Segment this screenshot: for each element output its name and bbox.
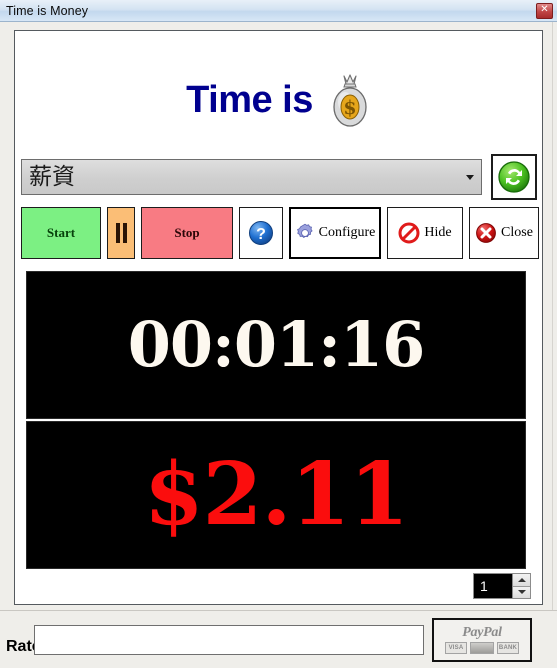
app-header: Time is $ [15, 53, 544, 148]
pause-icon [115, 223, 127, 243]
start-button-label: Start [46, 225, 76, 240]
configure-button-label: Configure [318, 225, 376, 240]
caret-down-icon[interactable] [513, 586, 530, 598]
refresh-button[interactable] [491, 154, 537, 200]
help-question-icon: ? [249, 221, 273, 245]
paypal-donate-button[interactable]: PayPal VISA BANK [432, 618, 532, 662]
window-right-edge [552, 22, 557, 610]
pause-button[interactable] [107, 207, 135, 259]
source-selector-row: 薪資 [21, 154, 538, 200]
configure-button[interactable]: Configure [289, 207, 381, 259]
gear-icon [296, 223, 313, 239]
payment-card-icons: VISA BANK [445, 642, 519, 654]
no-entry-icon [398, 222, 420, 244]
title-bar: Time is Money ✕ [0, 0, 557, 22]
elapsed-time-display: 00:01:16 [26, 271, 526, 419]
footer-bar: Rate PayPal VISA BANK [0, 610, 557, 668]
caret-up-icon[interactable] [513, 574, 530, 587]
help-button[interactable]: ? [239, 207, 283, 259]
main-panel: Time is $ 薪資 Start Stop ? Configure Hide… [14, 30, 543, 605]
page-title: Time is [186, 79, 313, 121]
close-button-label: Close [501, 225, 533, 240]
visa-card-icon: VISA [445, 642, 467, 654]
money-bag-icon: $ [327, 73, 373, 129]
svg-text:$: $ [343, 97, 356, 119]
people-count-spinner[interactable]: 1 [473, 573, 531, 599]
earned-money-display: $2.11 [26, 421, 526, 569]
bank-icon: BANK [497, 642, 519, 654]
hide-button-label: Hide [424, 225, 452, 240]
stop-button-label: Stop [174, 225, 200, 240]
stop-button[interactable]: Stop [141, 207, 233, 259]
window-close-icon[interactable]: ✕ [536, 3, 553, 19]
people-count-value[interactable]: 1 [474, 574, 512, 598]
start-button[interactable]: Start [21, 207, 101, 259]
red-x-icon [476, 223, 496, 243]
rate-source-dropdown[interactable]: 薪資 [21, 159, 482, 195]
rate-input[interactable] [34, 625, 424, 655]
rate-source-value: 薪資 [29, 163, 75, 190]
mastercard-icon [470, 642, 494, 654]
chevron-down-icon[interactable] [459, 160, 481, 194]
earned-money-value: $2.11 [143, 444, 409, 545]
elapsed-time-value: 00:01:16 [127, 308, 426, 381]
svg-text:?: ? [256, 226, 266, 243]
close-button[interactable]: Close [469, 207, 539, 259]
spinner-arrows [512, 574, 530, 598]
window-title: Time is Money [6, 3, 89, 18]
refresh-icon [498, 161, 530, 193]
control-toolbar: Start Stop ? Configure Hide Close [21, 207, 539, 259]
paypal-logo-text: PayPal [462, 625, 502, 640]
close-glyph: ✕ [540, 4, 549, 15]
app-window: Time is Money ✕ Time is $ 薪資 Start Stop … [0, 0, 557, 668]
hide-button[interactable]: Hide [387, 207, 463, 259]
